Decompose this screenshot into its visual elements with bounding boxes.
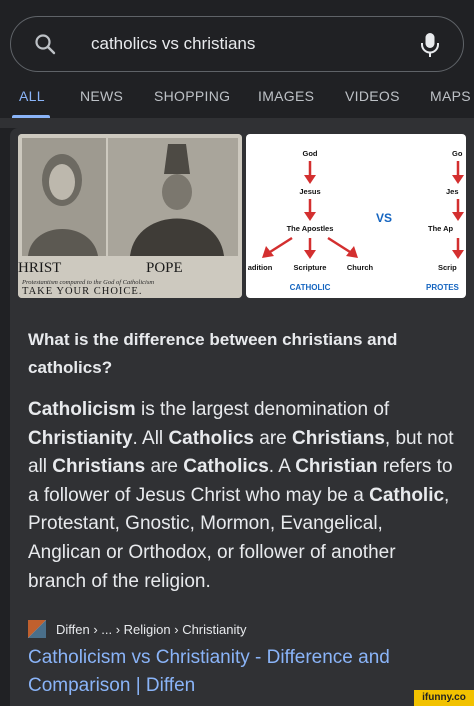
answer-segment: Catholic xyxy=(369,484,445,506)
search-input[interactable]: catholics vs christians xyxy=(91,34,255,54)
search-tabs: ALL NEWS SHOPPING IMAGES VIDEOS MAPS xyxy=(0,84,474,118)
answer-paragraph: Catholicism is the largest denomination … xyxy=(28,396,458,596)
question-heading: What is the difference between christian… xyxy=(28,330,398,377)
answer-segment: Catholics xyxy=(168,427,254,449)
search-icon[interactable] xyxy=(33,32,57,56)
answer-segment: are xyxy=(253,427,292,449)
diagram-church: Church xyxy=(347,263,374,272)
diagram-jesus-2: Jes xyxy=(446,187,459,196)
diagram-apostles: The Apostles xyxy=(287,224,334,233)
diagram-jesus: Jesus xyxy=(299,187,320,196)
authority-diagram: God Jesus The Apostles adition Scripture… xyxy=(248,149,464,292)
answer-segment: Christian xyxy=(295,456,378,478)
image-caption: Protestantism compared to the God of Cat… xyxy=(21,279,154,286)
answer-segment: Catholicism xyxy=(28,399,136,420)
christ-pope-illustration: HRIST POPE Protestantism compared to the… xyxy=(18,134,242,298)
tab-maps[interactable]: MAPS xyxy=(430,88,471,104)
microphone-icon[interactable] xyxy=(419,31,441,59)
diagram-god: God xyxy=(303,149,318,158)
answer-segment: . All xyxy=(132,427,169,449)
search-bar[interactable]: catholics vs christians xyxy=(10,16,464,72)
diagram-protestant: PROTES xyxy=(426,283,460,292)
tab-shopping[interactable]: SHOPPING xyxy=(154,88,230,104)
source-breadcrumb-text: Diffen › ... › Religion › Christianity xyxy=(56,621,247,637)
diagram-apostles-2: The Ap xyxy=(428,224,454,233)
result-title-link[interactable]: Catholicism vs Christianity - Difference… xyxy=(28,644,458,700)
answer-segment: Christians xyxy=(52,456,146,478)
watermark: ifunny.co xyxy=(414,690,474,706)
divider xyxy=(0,118,474,128)
tab-all[interactable]: ALL xyxy=(19,88,45,104)
label-pope: POPE xyxy=(146,260,183,276)
diffen-favicon-icon xyxy=(28,620,46,638)
image-catholic-vs-protestant-diagram[interactable]: God Jesus The Apostles adition Scripture… xyxy=(246,134,466,298)
answer-segment: Catholics xyxy=(183,456,269,478)
source-breadcrumb[interactable]: Diffen › ... › Religion › Christianity xyxy=(28,620,247,638)
diagram-vs: VS xyxy=(376,211,392,225)
answer-segment: are xyxy=(145,456,184,478)
answer-segment: Christianity xyxy=(28,427,133,449)
diagram-scripture-2: Scrip xyxy=(438,263,457,272)
diagram-catholic: CATHOLIC xyxy=(290,283,331,292)
answer-segment: Christians xyxy=(292,427,385,449)
answer-segment: . A xyxy=(268,456,296,478)
label-christ: HRIST xyxy=(18,260,61,276)
tab-videos[interactable]: VIDEOS xyxy=(345,88,400,104)
diagram-tradition: adition xyxy=(248,263,273,272)
diagram-god-2: Go xyxy=(452,149,463,158)
diagram-scripture: Scripture xyxy=(294,263,327,272)
tab-images[interactable]: IMAGES xyxy=(258,88,314,104)
image-christ-vs-pope[interactable]: HRIST POPE Protestantism compared to the… xyxy=(18,134,242,298)
image-footer: TAKE YOUR CHOICE. xyxy=(22,286,142,297)
tab-news[interactable]: NEWS xyxy=(80,88,123,104)
answer-segment: is the largest denomination of xyxy=(135,399,390,420)
